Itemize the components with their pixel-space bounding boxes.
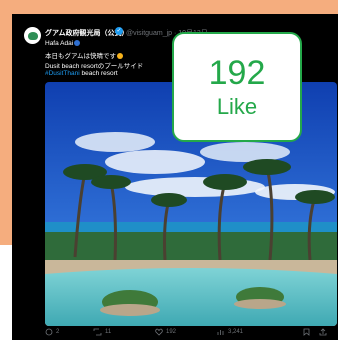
callout-like-count: 192: [208, 54, 266, 92]
tweet-weather-text: 本日もグアムは快晴です: [45, 53, 117, 60]
views-count: 3,241: [228, 329, 244, 335]
views-button[interactable]: 3,241: [217, 328, 243, 336]
wave-emoji-icon: [74, 40, 81, 47]
avatar-logo-icon: [27, 31, 38, 40]
tweet-text-line-3: Dusit beach resortのプールサイド: [45, 63, 144, 70]
retweet-icon: [93, 328, 102, 336]
like-button[interactable]: 192: [155, 328, 176, 336]
reply-button[interactable]: 2: [45, 328, 59, 336]
views-icon: [217, 330, 224, 335]
tweet-text-line-4: #DusitThani beach resort: [45, 70, 118, 77]
tweet-text-line-2: 本日もグアムは快晴です: [45, 50, 124, 60]
tweet-text-line-4-rest: beach resort: [79, 70, 118, 77]
bookmark-button[interactable]: [303, 328, 310, 336]
sun-emoji-icon: [117, 53, 124, 60]
account-avatar[interactable]: [24, 27, 41, 44]
hashtag-link[interactable]: #DusitThani: [45, 70, 80, 77]
bookmark-icon: [303, 328, 310, 336]
tweet-actions-bar: 2 11 192 3,241: [45, 326, 337, 340]
like-count: 192: [166, 329, 177, 335]
tweet-greeting: Hafa Adai: [45, 40, 74, 47]
share-icon: [319, 328, 327, 336]
share-button[interactable]: [319, 328, 327, 336]
retweet-count: 11: [105, 329, 112, 335]
reply-count: 2: [56, 329, 60, 335]
tweet-text-line-1: Hafa Adai: [45, 40, 81, 47]
like-count-callout: 192 Like: [172, 32, 302, 142]
reply-icon: [45, 328, 53, 336]
retweet-button[interactable]: 11: [93, 328, 111, 336]
verified-badge-icon: ✓: [115, 27, 123, 35]
callout-like-label: Like: [216, 94, 258, 119]
heart-icon: [155, 328, 163, 336]
